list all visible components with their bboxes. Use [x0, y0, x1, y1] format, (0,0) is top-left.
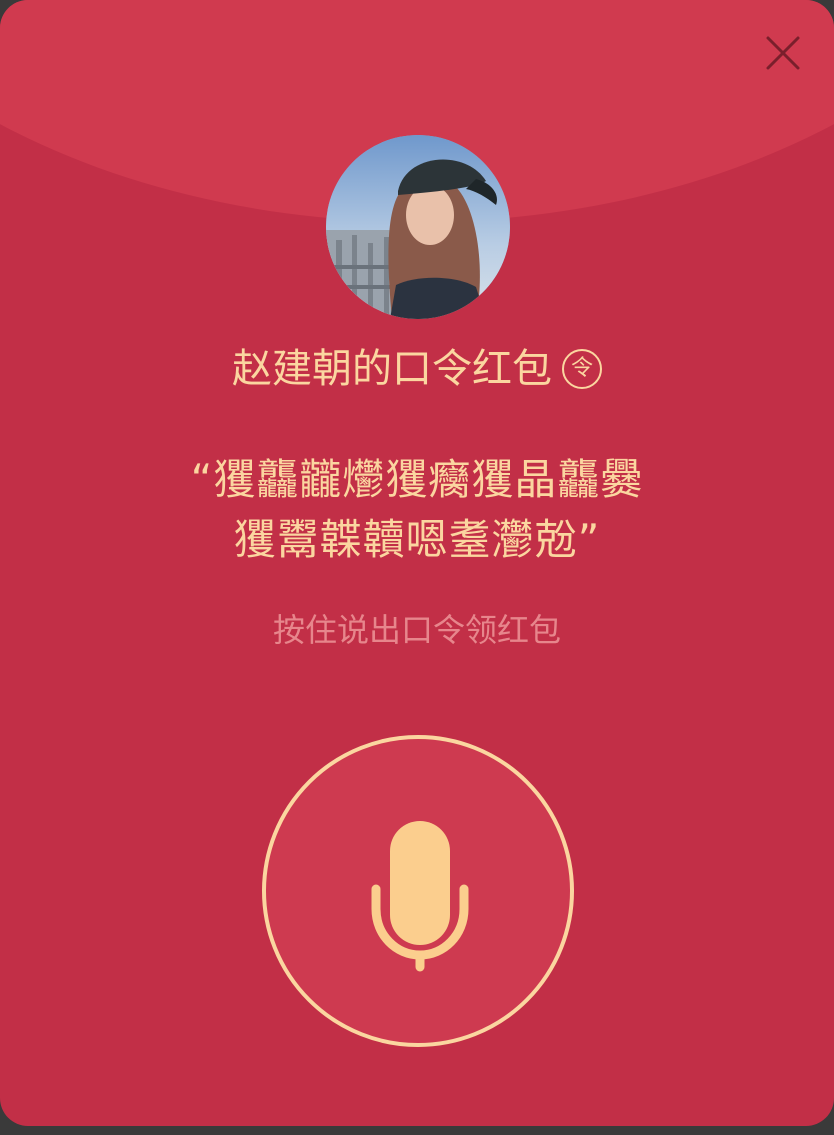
close-icon: [766, 36, 800, 70]
microphone-icon: [371, 821, 469, 972]
password-line-2: 玃鬻韘韥嗯耋灪兝”: [233, 515, 601, 564]
sender-avatar: [326, 135, 510, 319]
redpacket-title: 赵建朝的口令红包: [232, 346, 552, 392]
hold-to-speak-button[interactable]: [262, 735, 574, 1047]
voice-redpacket-card: 赵建朝的口令红包 令 “玃龘龖爩玃癵玃晶龘爨 玃鬻韘韥嗯耋灪兝” 按住说出口令领…: [0, 0, 834, 1126]
close-button[interactable]: [760, 30, 806, 76]
password-line-1: “玃龘龖爩玃癵玃晶龘爨: [190, 455, 644, 504]
redpacket-title-row: 赵建朝的口令红包 令: [0, 338, 834, 400]
password-badge-icon: 令: [562, 349, 602, 389]
password-text: “玃龘龖爩玃癵玃晶龘爨 玃鬻韘韥嗯耋灪兝”: [120, 450, 714, 570]
hold-to-speak-hint: 按住说出口令领红包: [272, 611, 561, 649]
